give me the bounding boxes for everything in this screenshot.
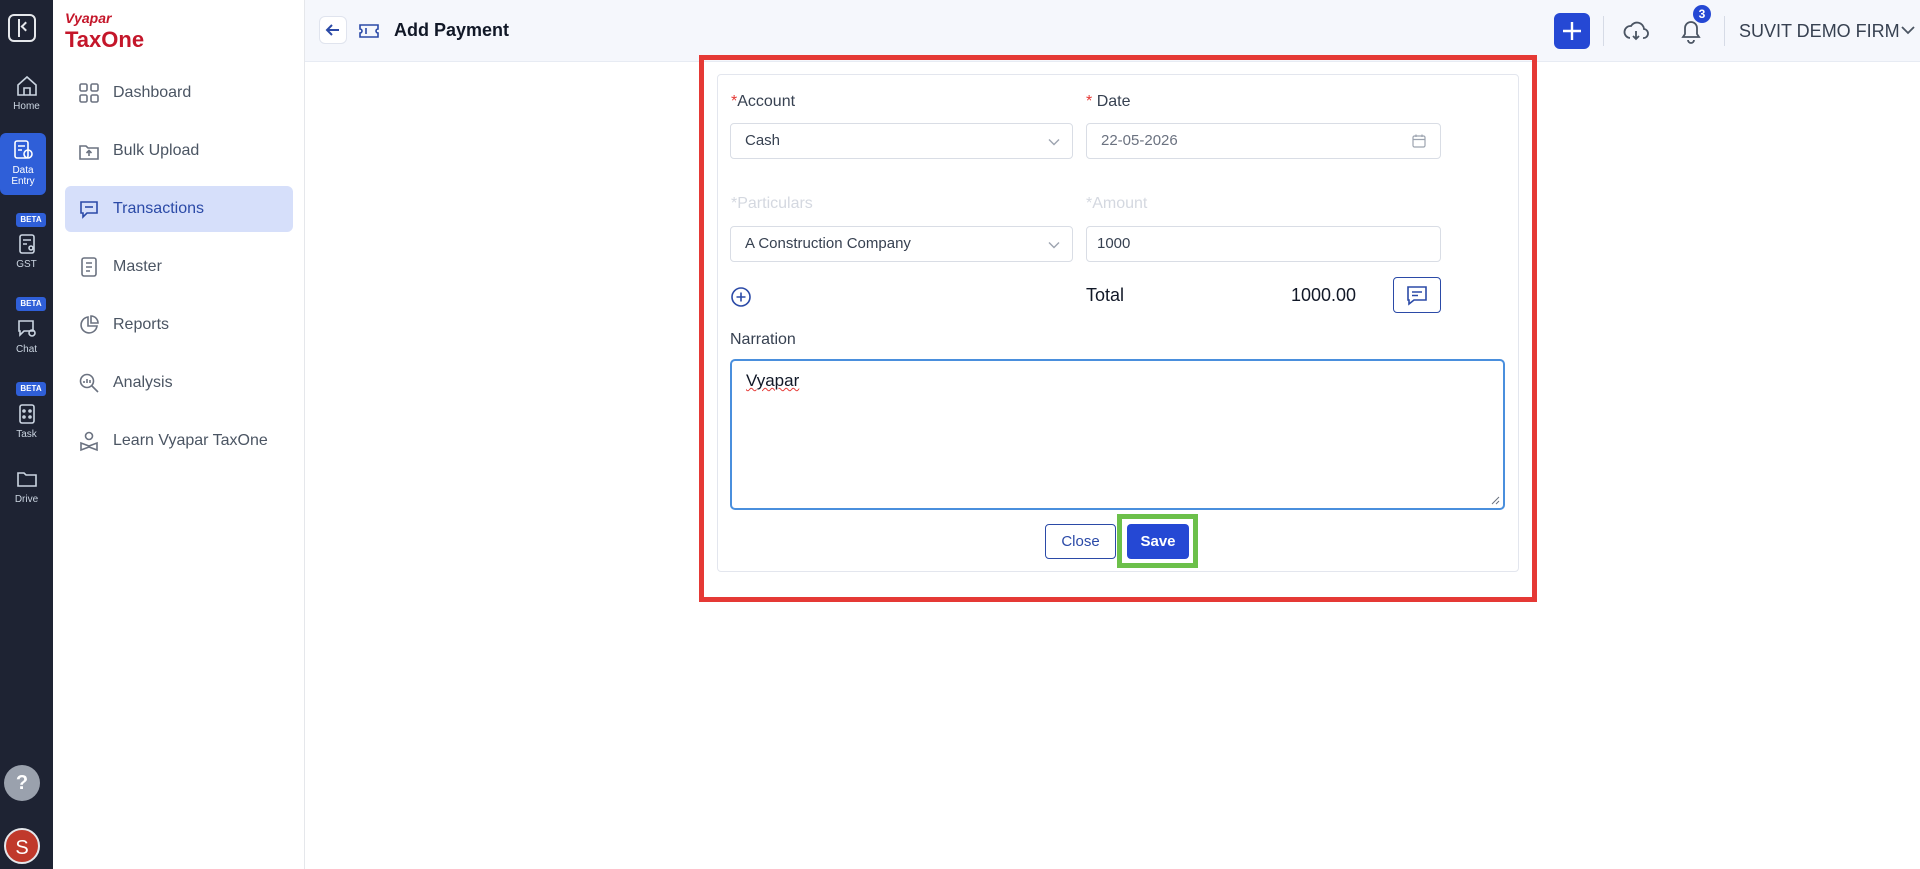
amount-input[interactable]: 1000 xyxy=(1086,226,1441,262)
sidebar-item-master[interactable]: Master xyxy=(65,244,293,290)
header-divider xyxy=(1603,16,1604,46)
brand-logo: Vyapar TaxOne xyxy=(65,10,144,53)
rail-label: Task xyxy=(16,429,37,440)
gst-icon xyxy=(18,234,35,254)
beta-badge: BETA xyxy=(16,297,46,311)
add-new-button[interactable] xyxy=(1554,13,1590,49)
dashboard-icon xyxy=(79,83,99,103)
brand-line2: TaxOne xyxy=(65,27,145,52)
account-select[interactable]: Cash xyxy=(730,123,1073,159)
top-header: Add Payment 3 SUVIT DEMO FIRM xyxy=(305,0,1920,62)
resize-handle-icon[interactable] xyxy=(1490,495,1500,505)
transactions-icon xyxy=(80,201,98,219)
home-icon xyxy=(16,75,37,96)
rail-item-task[interactable]: Task xyxy=(0,402,53,440)
rail-item-gst[interactable]: GST xyxy=(0,232,53,270)
chat-icon xyxy=(17,320,36,337)
folder-icon xyxy=(16,472,37,487)
rail-label: Entry xyxy=(11,176,35,187)
analysis-icon xyxy=(79,373,99,393)
sidebar-item-label: Learn Vyapar TaxOne xyxy=(113,432,268,449)
firm-selector[interactable]: SUVIT DEMO FIRM xyxy=(1739,21,1900,42)
sidebar-item-learn[interactable]: Learn Vyapar TaxOne xyxy=(65,418,293,464)
narration-label: Narration xyxy=(730,331,796,348)
left-rail: Home Data Entry BETA GST BETA Chat BETA … xyxy=(0,0,53,869)
date-value: 22-05-2026 xyxy=(1101,132,1178,149)
particulars-value: A Construction Company xyxy=(745,235,911,252)
amount-label: *Amount xyxy=(1086,195,1148,212)
header-divider xyxy=(1724,16,1725,46)
particulars-label: *Particulars xyxy=(731,195,813,212)
sidebar-item-label: Reports xyxy=(113,316,170,333)
calendar-icon xyxy=(1412,134,1426,148)
sidebar-item-label: Analysis xyxy=(113,374,173,391)
sidebar-item-label: Transactions xyxy=(113,200,204,217)
data-entry-icon xyxy=(14,140,33,159)
collapse-sidebar-icon[interactable] xyxy=(8,14,36,42)
account-label: *Account xyxy=(731,93,796,110)
sidebar: Vyapar TaxOne Dashboard Bulk Upload Tran… xyxy=(53,0,305,869)
particulars-select[interactable]: A Construction Company xyxy=(730,226,1073,262)
rail-label: Drive xyxy=(14,494,39,505)
chevron-down-icon xyxy=(1048,242,1060,249)
rail-item-home[interactable]: Home xyxy=(0,74,53,112)
rail-item-data-entry[interactable]: Data Entry xyxy=(0,133,46,195)
arrow-left-icon xyxy=(325,24,339,36)
sidebar-item-label: Bulk Upload xyxy=(113,142,200,159)
sidebar-item-dashboard[interactable]: Dashboard xyxy=(65,70,293,116)
save-button[interactable]: Save xyxy=(1127,524,1189,559)
back-button[interactable] xyxy=(319,16,347,44)
comment-button[interactable] xyxy=(1393,277,1441,313)
beta-badge: BETA xyxy=(16,382,46,396)
rail-label: Data xyxy=(12,165,34,176)
notification-count-badge: 3 xyxy=(1693,5,1711,23)
sidebar-item-analysis[interactable]: Analysis xyxy=(65,360,293,406)
account-value: Cash xyxy=(745,132,781,149)
upload-icon xyxy=(79,145,99,160)
pie-chart-icon xyxy=(80,315,99,334)
sidebar-item-label: Dashboard xyxy=(113,84,192,101)
total-label: Total xyxy=(1086,285,1125,305)
learn-icon xyxy=(80,431,98,452)
narration-value: Vyapar xyxy=(746,371,800,390)
rail-label: Chat xyxy=(15,344,38,355)
rail-item-drive[interactable]: Drive xyxy=(0,467,53,505)
rail-label: Home xyxy=(13,101,40,112)
chevron-down-icon[interactable] xyxy=(1900,22,1916,38)
sidebar-item-transactions[interactable]: Transactions xyxy=(65,186,293,232)
page-title: Add Payment xyxy=(394,20,510,40)
chat-bubble-icon xyxy=(1407,286,1427,306)
total-value: 1000.00 xyxy=(1291,285,1357,305)
brand-line1: Vyapar xyxy=(65,10,112,26)
narration-textarea[interactable]: Vyapar xyxy=(730,359,1505,510)
sidebar-item-reports[interactable]: Reports xyxy=(65,302,293,348)
master-icon xyxy=(81,257,97,277)
date-picker[interactable]: 22-05-2026 xyxy=(1086,123,1441,159)
beta-badge: BETA xyxy=(16,213,46,227)
date-label: * Date xyxy=(1086,93,1131,110)
help-button[interactable]: ? xyxy=(4,765,40,801)
rail-label: GST xyxy=(16,259,37,270)
rail-item-chat[interactable]: Chat xyxy=(0,317,53,355)
sidebar-item-bulk-upload[interactable]: Bulk Upload xyxy=(65,128,293,174)
plus-icon xyxy=(1563,22,1581,40)
sidebar-item-label: Master xyxy=(113,258,162,275)
chevron-down-icon xyxy=(1048,139,1060,146)
cloud-download-icon[interactable] xyxy=(1622,18,1650,46)
task-icon xyxy=(18,404,35,424)
user-avatar[interactable]: S xyxy=(4,828,40,864)
payment-ticket-icon xyxy=(359,24,379,38)
close-button[interactable]: Close xyxy=(1045,524,1116,559)
add-row-icon[interactable] xyxy=(730,286,752,308)
amount-value: 1000 xyxy=(1097,235,1131,252)
